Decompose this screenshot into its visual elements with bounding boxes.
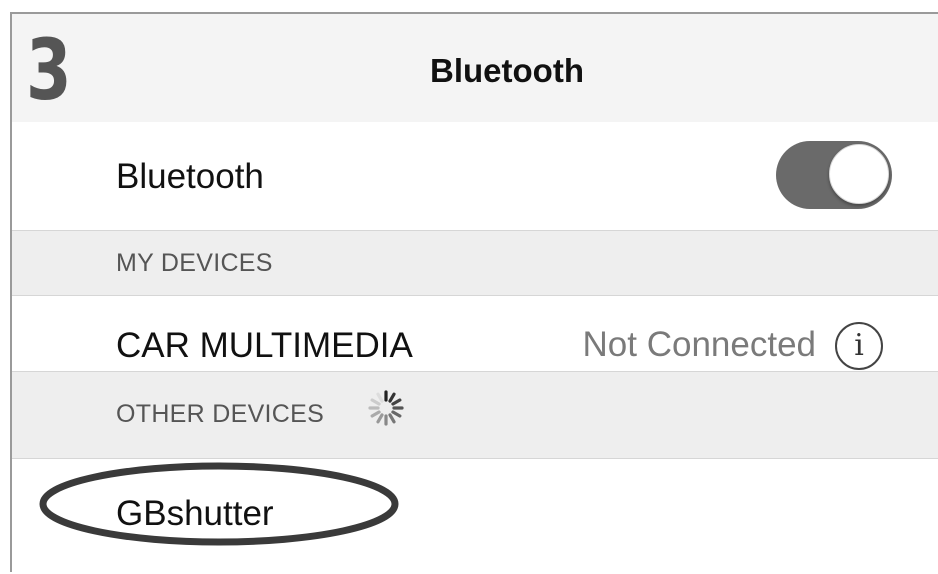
toggle-knob	[829, 144, 889, 204]
navigation-bar: 3 Bluetooth	[12, 14, 938, 123]
bluetooth-toggle[interactable]	[776, 141, 892, 209]
info-icon[interactable]: i	[835, 322, 883, 370]
settings-panel: 3 Bluetooth Bluetooth MY DEVICES CAR MUL…	[10, 12, 938, 574]
device-row-car-multimedia[interactable]: CAR MULTIMEDIA Not Connected i	[12, 296, 938, 372]
bluetooth-row-label: Bluetooth	[116, 157, 264, 196]
section-label-my-devices: MY DEVICES	[116, 249, 273, 277]
loading-spinner-icon	[368, 390, 404, 426]
device-name: CAR MULTIMEDIA	[116, 326, 413, 365]
page-title: Bluetooth	[430, 52, 584, 89]
device-name: GBshutter	[116, 494, 274, 533]
device-status: Not Connected	[582, 325, 816, 364]
bluetooth-toggle-row[interactable]: Bluetooth	[12, 122, 938, 231]
section-label-other-devices: OTHER DEVICES	[116, 400, 325, 428]
section-header-other-devices: OTHER DEVICES	[12, 372, 938, 459]
device-row-gbshutter[interactable]: GBshutter	[12, 459, 938, 574]
section-header-my-devices: MY DEVICES	[12, 231, 938, 296]
